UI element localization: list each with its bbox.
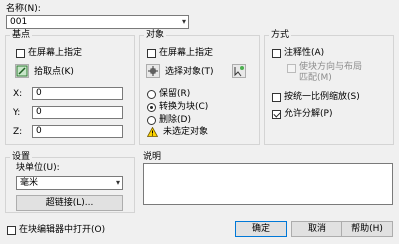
chevron-down-icon[interactable]: ▾ [116, 177, 120, 189]
annotative-label: 注释性(A) [284, 48, 325, 58]
hyperlink-button[interactable]: 超链接(L)... [16, 195, 123, 211]
pick-point-icon [16, 65, 28, 77]
name-label: 名称(N): [6, 4, 41, 14]
allow-exploding-checkbox[interactable] [272, 110, 281, 119]
block-unit-label: 块单位(U): [16, 163, 60, 173]
block-unit-combobox[interactable]: 毫米 ▾ [16, 176, 123, 190]
allow-exploding-label: 允许分解(P) [284, 109, 333, 119]
z-input[interactable]: 0 [32, 125, 123, 138]
name-value: 001 [10, 17, 28, 27]
basepoint-specify-label: 在屏幕上指定 [28, 48, 83, 58]
match-orientation-label-line2: 匹配(M) [299, 73, 332, 83]
scale-uniformly-checkbox[interactable] [272, 93, 281, 102]
match-orientation-checkbox[interactable] [287, 64, 296, 73]
basepoint-specify-checkbox[interactable] [16, 49, 25, 58]
warning-label: 未选定对象 [163, 127, 209, 137]
quick-select-button[interactable] [232, 64, 246, 78]
basepoint-title: 基点 [10, 30, 33, 41]
open-in-editor-checkbox[interactable] [7, 226, 16, 235]
objects-title: 对象 [144, 30, 167, 41]
annotative-checkbox[interactable] [272, 49, 281, 58]
chevron-down-icon[interactable]: ▾ [182, 16, 186, 28]
retain-radio[interactable] [147, 90, 156, 99]
description-title: 说明 [143, 152, 162, 162]
retain-label: 保留(R) [159, 89, 191, 99]
delete-radio[interactable] [147, 116, 156, 125]
z-value: 0 [36, 126, 42, 136]
convert-radio[interactable] [147, 103, 156, 112]
behavior-title: 方式 [269, 30, 292, 41]
description-textarea[interactable] [143, 163, 393, 205]
objects-specify-checkbox[interactable] [147, 49, 156, 58]
x-value: 0 [36, 88, 42, 98]
y-input[interactable]: 0 [32, 106, 123, 119]
match-orientation-label-line1: 使块方向与布局 [299, 62, 363, 72]
help-button[interactable]: 帮助(H) [341, 221, 393, 237]
open-in-editor-label: 在块编辑器中打开(O) [19, 225, 106, 235]
block-unit-value: 毫米 [20, 178, 39, 188]
delete-label: 删除(D) [159, 115, 191, 125]
y-value: 0 [36, 107, 42, 117]
z-label: Z: [13, 127, 23, 137]
ok-button[interactable]: 确定 [235, 221, 287, 237]
scale-uniformly-label: 按统一比例缩放(S) [284, 92, 360, 102]
convert-label: 转换为块(C) [159, 102, 209, 112]
select-objects-button[interactable] [146, 64, 160, 78]
objects-specify-label: 在屏幕上指定 [159, 48, 214, 58]
pick-point-button[interactable] [15, 64, 29, 78]
y-label: Y: [13, 108, 21, 118]
pick-point-label[interactable]: 拾取点(K) [34, 67, 74, 78]
cancel-button[interactable]: 取消 [291, 221, 343, 237]
warning-icon [147, 127, 158, 137]
select-objects-label[interactable]: 选择对象(T) [165, 67, 214, 78]
quick-select-icon [234, 66, 244, 77]
settings-title: 设置 [10, 152, 33, 163]
name-combobox[interactable]: 001 ▾ [6, 15, 189, 29]
x-label: X: [13, 89, 23, 99]
select-objects-icon [148, 66, 158, 76]
x-input[interactable]: 0 [32, 87, 123, 100]
